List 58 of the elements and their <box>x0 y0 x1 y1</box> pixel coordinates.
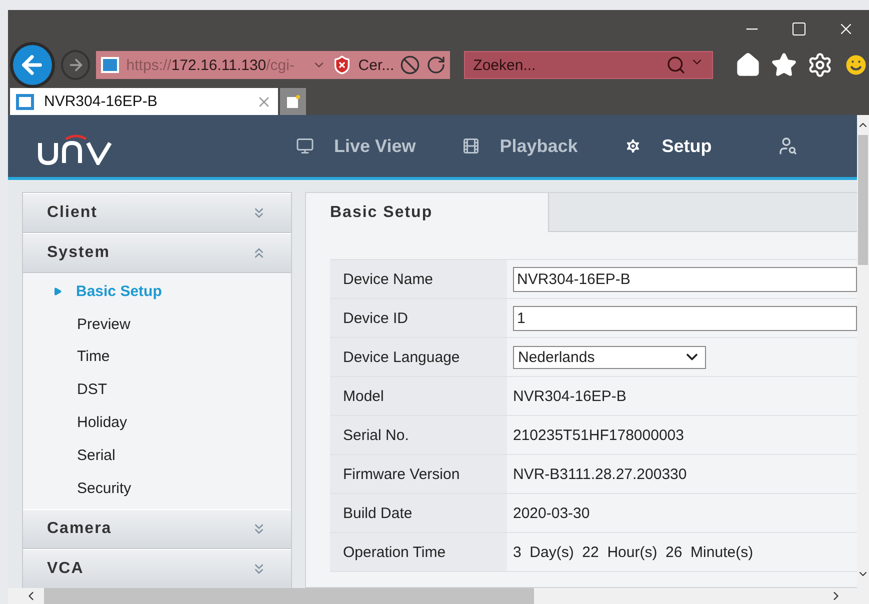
new-tab-icon <box>286 94 300 108</box>
back-button[interactable] <box>10 42 55 88</box>
home-icon[interactable] <box>735 52 762 78</box>
logo-icon <box>38 133 114 165</box>
scroll-thumb[interactable] <box>44 588 534 604</box>
sidebar-group[interactable]: Client <box>23 193 291 233</box>
field-label: Operation Time <box>330 533 507 571</box>
field-label: Serial No. <box>330 416 507 454</box>
sidebar-group[interactable]: System <box>23 233 291 273</box>
field-label: Device Language <box>330 338 507 376</box>
search-icon[interactable] <box>666 55 686 75</box>
field-label: Device Name <box>330 260 507 298</box>
certificate-text[interactable]: Cer... <box>358 56 394 74</box>
film-icon <box>462 137 480 155</box>
address-field[interactable]: https://172.16.11.130/cgi- Cer... <box>96 51 450 79</box>
forward-button[interactable] <box>60 50 90 80</box>
field-value: 2020-03-30 <box>513 504 590 522</box>
sidebar-item[interactable]: Security <box>23 472 291 505</box>
nav-tab[interactable]: Live View <box>296 115 438 180</box>
nav-tab[interactable]: Playback <box>438 115 600 180</box>
user-icon[interactable] <box>778 136 798 156</box>
search-placeholder: Zoeken... <box>473 56 536 74</box>
site-icon <box>16 94 34 110</box>
refresh-icon[interactable] <box>426 55 446 75</box>
sidebar-group[interactable]: Camera <box>23 508 291 549</box>
content-tab[interactable]: Basic Setup <box>306 193 549 232</box>
settings-icon[interactable] <box>807 52 834 78</box>
sidebar-item[interactable]: Preview <box>23 308 291 341</box>
input-field[interactable]: NVR304-16EP-B <box>513 266 857 292</box>
field-label: Build Date <box>330 494 507 532</box>
browser-tab[interactable]: NVR304-16EP-B <box>10 88 278 115</box>
field-value: 3 Day(s) 22 Hour(s) 26 Minute(s) <box>513 544 754 560</box>
tab-title: NVR304-16EP-B <box>44 93 158 110</box>
field-label: Firmware Version <box>330 455 507 493</box>
field-value: NVR304-16EP-B <box>513 388 626 404</box>
input-field[interactable]: 1 <box>513 306 857 330</box>
sidebar-item[interactable]: Time <box>23 340 291 374</box>
field-label: Device ID <box>330 299 507 337</box>
language-select[interactable]: Nederlands <box>513 346 706 368</box>
monitor-icon <box>296 137 314 155</box>
star-icon[interactable] <box>771 52 798 78</box>
smiley-icon[interactable] <box>843 52 869 78</box>
field-value: NVR-B3111.28.27.200330 <box>513 466 687 482</box>
field-label: Model <box>330 377 507 415</box>
field-value: 210235T51HF178000003 <box>513 426 684 444</box>
stop-icon[interactable] <box>400 55 420 75</box>
site-icon <box>100 56 120 74</box>
sidebar-item[interactable]: Serial <box>23 438 291 472</box>
arrow-icon <box>53 286 62 296</box>
new-tab-button[interactable] <box>280 88 306 115</box>
sidebar-item[interactable]: DST <box>23 373 291 406</box>
scroll-thumb[interactable] <box>858 135 868 265</box>
sidebar-group[interactable]: VCA <box>23 548 291 589</box>
nav-tab[interactable]: Setup <box>600 115 778 180</box>
maximize-icon[interactable] <box>791 21 807 37</box>
url-text: https://172.16.11.130/cgi- <box>126 56 296 74</box>
shield-icon <box>332 55 352 75</box>
sidebar-item[interactable]: Holiday <box>23 406 291 439</box>
